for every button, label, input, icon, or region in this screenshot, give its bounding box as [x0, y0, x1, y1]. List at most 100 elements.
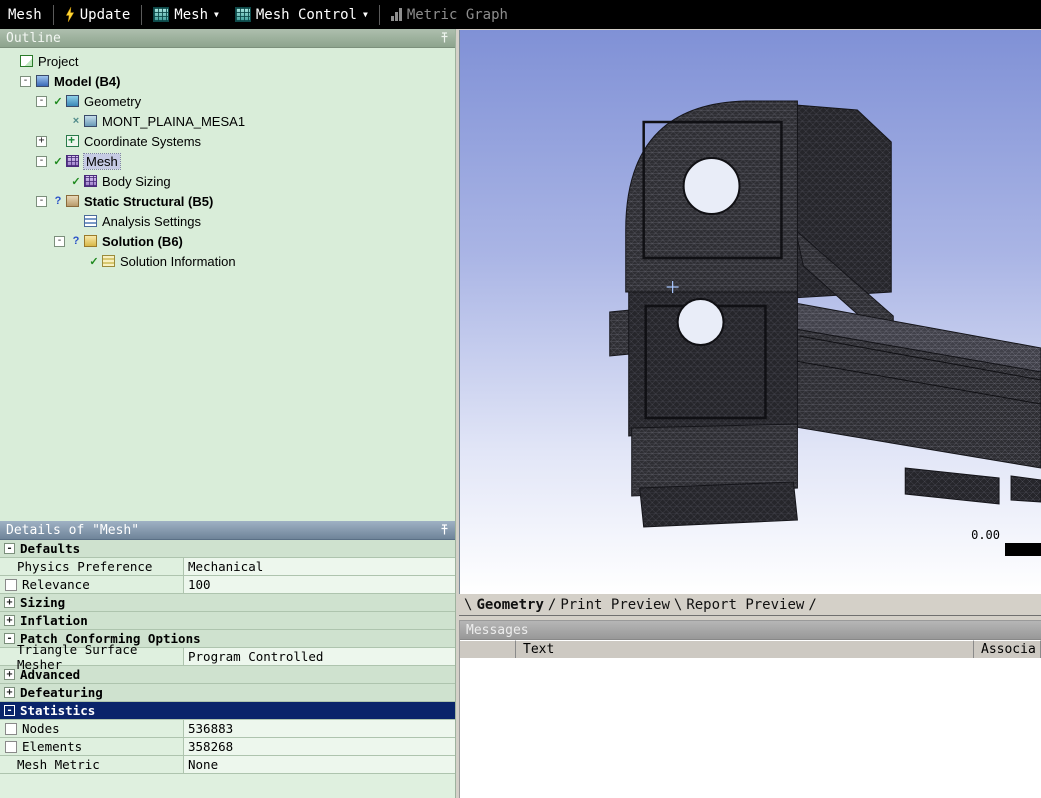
- tree-item-static-structural[interactable]: Static Structural (B5): [0, 191, 455, 211]
- toolbar-separator: [378, 4, 380, 25]
- part-icon: [84, 115, 97, 127]
- expand-icon[interactable]: [4, 597, 15, 608]
- solution-information-icon: [102, 255, 115, 267]
- mesh-control-dropdown-button[interactable]: Mesh Control ▼: [227, 2, 376, 27]
- expand-icon[interactable]: [4, 669, 15, 680]
- collapse-icon[interactable]: [36, 95, 47, 107]
- tree-item-solution[interactable]: Solution (B6): [0, 231, 455, 251]
- details-section-defeaturing[interactable]: Defeaturing: [0, 684, 455, 702]
- outline-panel: Outline Project Model (B4) Geometry: [0, 29, 456, 521]
- messages-column-icon[interactable]: [460, 640, 516, 658]
- suppressed-icon: [70, 115, 82, 127]
- toolbar-group-label: Mesh: [8, 6, 42, 23]
- outline-tree: Project Model (B4) Geometry MONT_PLAINA_…: [0, 48, 455, 521]
- toolbar-separator: [52, 4, 54, 25]
- collapse-icon[interactable]: [4, 705, 15, 716]
- tab-geometry[interactable]: Geometry: [473, 597, 546, 613]
- mesh-grid-icon: [153, 7, 170, 22]
- check-icon: [70, 175, 82, 188]
- scale-ruler-label: 0.00: [971, 528, 1000, 542]
- tree-item-geometry[interactable]: Geometry: [0, 91, 455, 111]
- tree-item-coordinate-systems[interactable]: Coordinate Systems: [0, 131, 455, 151]
- tree-item-analysis-settings[interactable]: Analysis Settings: [0, 211, 455, 231]
- check-icon: [88, 255, 100, 268]
- analysis-settings-icon: [84, 215, 97, 227]
- view-tabs: \ Geometry / Print Preview \ Report Prev…: [459, 595, 1041, 616]
- check-icon: [52, 95, 64, 108]
- project-icon: [20, 55, 33, 67]
- expand-icon[interactable]: [4, 615, 15, 626]
- physics-preference-value[interactable]: Mechanical: [184, 558, 455, 575]
- hole-bottom: [676, 298, 725, 346]
- tree-item-body-sizing[interactable]: Body Sizing: [0, 171, 455, 191]
- messages-column-text[interactable]: Text: [516, 640, 974, 658]
- chevron-down-icon: ▼: [214, 10, 219, 19]
- messages-column-association[interactable]: Associa: [974, 640, 1041, 658]
- model-viewport[interactable]: 0.00: [459, 30, 1041, 594]
- tree-item-part[interactable]: MONT_PLAINA_MESA1: [0, 111, 455, 131]
- details-row-elements: Elements 358268: [0, 738, 455, 756]
- details-section-statistics[interactable]: Statistics: [0, 702, 455, 720]
- collapse-icon[interactable]: [4, 633, 15, 644]
- details-section-sizing[interactable]: Sizing: [0, 594, 455, 612]
- pin-icon[interactable]: [439, 32, 450, 44]
- graphics-area: 0.00 \ Geometry / Print Preview \ Report…: [457, 29, 1041, 798]
- static-structural-icon: [66, 195, 79, 207]
- tab-divider: /: [808, 597, 817, 613]
- expand-icon[interactable]: [4, 687, 15, 698]
- coordinate-systems-icon: [66, 133, 79, 147]
- mesh-metric-value[interactable]: None: [184, 756, 455, 773]
- messages-panel-title: Messages: [460, 621, 1041, 640]
- details-row-mesh-metric: Mesh Metric None: [0, 756, 455, 774]
- mesh-toolbar: Mesh Update Mesh ▼ Mesh Control ▼ Metric…: [0, 0, 1041, 29]
- tab-divider: /: [547, 597, 557, 613]
- collapse-icon[interactable]: [36, 155, 47, 167]
- triangle-surface-mesher-value[interactable]: Program Controlled: [184, 648, 455, 665]
- collapse-icon[interactable]: [20, 75, 31, 87]
- tab-divider: \: [464, 597, 473, 613]
- collapse-icon[interactable]: [36, 195, 47, 207]
- details-section-advanced[interactable]: Advanced: [0, 666, 455, 684]
- lightning-icon: [65, 7, 74, 22]
- relevance-value[interactable]: 100: [184, 576, 455, 593]
- tree-item-model[interactable]: Model (B4): [0, 71, 455, 91]
- tree-item-mesh[interactable]: Mesh: [0, 151, 455, 171]
- details-row-relevance: Relevance 100: [0, 576, 455, 594]
- tree-item-solution-information[interactable]: Solution Information: [0, 251, 455, 271]
- meshed-model-canvas: [460, 30, 1041, 594]
- nodes-value: 536883: [184, 720, 455, 737]
- geometry-icon: [66, 95, 79, 107]
- collapse-icon[interactable]: [54, 235, 65, 247]
- messages-panel: Messages Text Associa: [459, 620, 1041, 798]
- mesh-grid-icon: [234, 7, 251, 22]
- details-section-defaults[interactable]: Defaults: [0, 540, 455, 558]
- details-row-physics-preference: Physics Preference Mechanical: [0, 558, 455, 576]
- checkbox[interactable]: [5, 740, 17, 753]
- details-section-inflation[interactable]: Inflation: [0, 612, 455, 630]
- details-row-nodes: Nodes 536883: [0, 720, 455, 738]
- details-row-triangle-surface-mesher: Triangle Surface Mesher Program Controll…: [0, 642, 455, 672]
- outline-panel-title: Outline: [0, 29, 455, 48]
- collapse-icon[interactable]: [4, 543, 15, 554]
- update-button[interactable]: Update: [57, 2, 139, 27]
- body-sizing-icon: [84, 175, 97, 187]
- metric-graph-button[interactable]: Metric Graph: [383, 2, 516, 27]
- bar-chart-icon: [390, 8, 402, 21]
- tab-report-preview[interactable]: Report Preview: [683, 597, 807, 613]
- checkbox[interactable]: [5, 578, 17, 591]
- details-panel-title: Details of "Mesh": [0, 521, 455, 540]
- tab-divider: \: [673, 597, 683, 613]
- question-icon: [52, 195, 64, 207]
- chevron-down-icon: ▼: [363, 10, 368, 19]
- question-icon: [70, 235, 82, 247]
- pin-icon[interactable]: [439, 524, 450, 536]
- expand-icon[interactable]: [36, 135, 47, 147]
- details-table: Defaults Physics Preference Mechanical R…: [0, 540, 455, 798]
- solution-icon: [84, 235, 97, 247]
- mesh-dropdown-button[interactable]: Mesh ▼: [145, 2, 227, 27]
- tab-print-preview[interactable]: Print Preview: [557, 597, 673, 613]
- tree-item-project[interactable]: Project: [0, 51, 455, 71]
- messages-list: [460, 658, 1041, 798]
- checkbox[interactable]: [5, 722, 17, 735]
- scale-ruler-bar: [1005, 543, 1041, 556]
